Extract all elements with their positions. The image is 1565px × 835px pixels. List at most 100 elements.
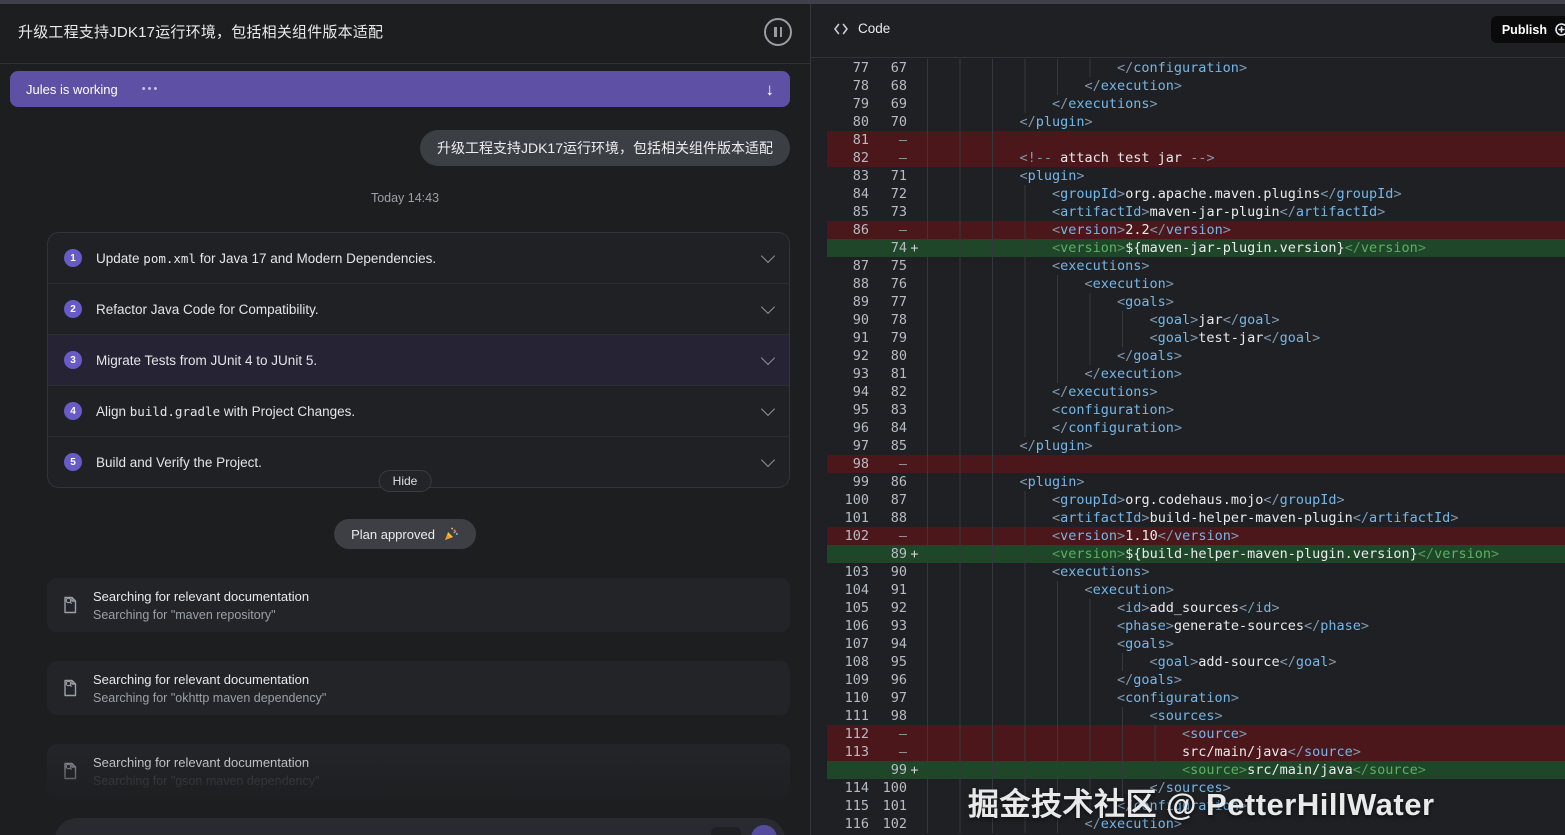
diff-marker bbox=[907, 725, 922, 743]
indent-guides bbox=[922, 185, 1052, 203]
code-content: </configuration> bbox=[922, 59, 1565, 77]
code-content: <execution> bbox=[922, 275, 1565, 293]
search-activity-card: Searching for relevant documentation Sear… bbox=[47, 744, 790, 798]
line-number-new: 95 bbox=[890, 654, 907, 670]
code-content: <source> bbox=[922, 725, 1565, 743]
line-number-old: 93 bbox=[852, 366, 869, 382]
step-label: Align build.gradle with Project Changes. bbox=[96, 403, 356, 419]
line-number-old: 100 bbox=[844, 492, 869, 508]
line-number-old: 111 bbox=[844, 708, 869, 724]
code-content: <groupId>org.codehaus.mojo</groupId> bbox=[922, 491, 1565, 509]
line-number-old: 98 bbox=[852, 456, 869, 472]
line-number-old: 112 bbox=[844, 726, 869, 742]
chevron-down-icon[interactable] bbox=[760, 350, 776, 366]
plan-approved-label: Plan approved bbox=[351, 526, 435, 542]
code-content: </execution> bbox=[922, 77, 1565, 95]
card-title: Searching for relevant documentation bbox=[93, 754, 310, 770]
diff-marker bbox=[907, 221, 922, 239]
diff-marker: + bbox=[910, 546, 919, 562]
diff-marker bbox=[907, 401, 922, 419]
line-number-old: 79 bbox=[852, 96, 869, 112]
line-number-old: 116 bbox=[844, 816, 869, 832]
diff-marker bbox=[907, 95, 922, 113]
code-tab-label: Code bbox=[858, 21, 891, 36]
line-number-new: 68 bbox=[890, 78, 907, 94]
indent-guides bbox=[922, 257, 1052, 275]
hide-button[interactable]: Hide bbox=[378, 470, 432, 492]
step-item-4[interactable]: 4 Align build.gradle with Project Changes… bbox=[48, 386, 789, 437]
diff-marker: + bbox=[910, 762, 919, 778]
line-number-new: 79 bbox=[890, 330, 907, 346]
indent-guides bbox=[922, 275, 1085, 293]
line-number-old bbox=[827, 239, 869, 257]
pause-button[interactable] bbox=[764, 17, 792, 46]
code-panel-header: Code Publish bbox=[811, 0, 1565, 58]
chevron-down-icon[interactable] bbox=[760, 452, 776, 468]
diff-marker bbox=[907, 167, 922, 185]
diff-marker bbox=[907, 419, 922, 437]
user-message-bubble: 升级工程支持JDK17运行环境，包括相关组件版本适配 bbox=[419, 130, 790, 166]
diff-line: 103 90 <executions> bbox=[827, 563, 1565, 581]
step-item-2[interactable]: 2 Refactor Java Code for Compatibility. bbox=[48, 284, 789, 335]
branch-icon bbox=[1555, 23, 1565, 36]
line-number-new: 97 bbox=[890, 690, 907, 706]
chevron-down-icon[interactable] bbox=[760, 401, 776, 417]
indent-guides bbox=[922, 545, 1052, 563]
attachment-button[interactable] bbox=[711, 827, 741, 835]
code-content: </goals> bbox=[922, 347, 1565, 365]
line-number-new: — bbox=[898, 528, 907, 544]
line-number-old bbox=[827, 761, 869, 779]
line-number-old: 94 bbox=[852, 384, 869, 400]
code-content bbox=[922, 455, 1565, 473]
diff-line: 77 67 </configuration> bbox=[827, 59, 1565, 77]
diff-line: 74 + <version>${maven-jar-plugin.version}<… bbox=[827, 239, 1565, 257]
doc-search-icon bbox=[64, 762, 77, 780]
diff-marker bbox=[907, 77, 922, 95]
line-number-old: 102 bbox=[844, 528, 869, 544]
code-content: <source>src/main/java</source> bbox=[922, 761, 1565, 779]
line-number-new: 87 bbox=[890, 492, 907, 508]
line-number-new: 69 bbox=[890, 96, 907, 112]
diff-marker bbox=[907, 617, 922, 635]
step-item-1[interactable]: 1 Update pom.xml for Java 17 and Modern D… bbox=[48, 233, 789, 284]
line-number-new: 70 bbox=[890, 114, 907, 130]
line-number-new: — bbox=[898, 222, 907, 238]
indent-guides bbox=[922, 437, 1020, 455]
party-popper-icon bbox=[444, 527, 458, 540]
pause-icon bbox=[779, 26, 782, 37]
diff-marker bbox=[907, 59, 922, 77]
indent-guides bbox=[922, 113, 1020, 131]
line-number-old: 91 bbox=[852, 330, 869, 346]
card-title: Searching for relevant documentation bbox=[93, 588, 310, 604]
send-button[interactable] bbox=[751, 825, 777, 835]
line-number-old: 114 bbox=[844, 780, 869, 796]
diff-line: 97 85 </plugin> bbox=[827, 437, 1565, 455]
code-content: <artifactId>maven-jar-plugin</artifactId… bbox=[922, 203, 1565, 221]
code-icon bbox=[833, 22, 849, 36]
line-number-old: 103 bbox=[844, 564, 869, 580]
diff-line: 96 84 </configuration> bbox=[827, 419, 1565, 437]
line-number-old: 92 bbox=[852, 348, 869, 364]
indent-guides bbox=[922, 347, 1117, 365]
chevron-down-icon[interactable] bbox=[760, 299, 776, 315]
diff-line: 91 79 <goal>test-jar</goal> bbox=[827, 329, 1565, 347]
publish-button[interactable]: Publish bbox=[1490, 16, 1565, 43]
indent-guides bbox=[922, 77, 1085, 95]
card-title: Searching for relevant documentation bbox=[93, 671, 310, 687]
chevron-down-icon[interactable] bbox=[760, 248, 776, 264]
diff-line: 110 97 <configuration> bbox=[827, 689, 1565, 707]
diff-line: 99 86 <plugin> bbox=[827, 473, 1565, 491]
line-number-new: 75 bbox=[890, 258, 907, 274]
code-content: <plugin> bbox=[922, 167, 1565, 185]
step-label: Migrate Tests from JUnit 4 to JUnit 5. bbox=[96, 352, 318, 368]
line-number-old: 81 bbox=[852, 132, 869, 148]
step-item-3[interactable]: 3 Migrate Tests from JUnit 4 to JUnit 5. bbox=[48, 335, 789, 386]
scroll-down-icon[interactable]: ↓ bbox=[766, 81, 775, 98]
diff-line: 80 70 </plugin> bbox=[827, 113, 1565, 131]
code-content: </plugin> bbox=[922, 437, 1565, 455]
code-content: <!-- attach test jar --> bbox=[922, 149, 1565, 167]
message-input[interactable] bbox=[55, 818, 785, 835]
indent-guides bbox=[922, 149, 1020, 167]
line-number-new: 96 bbox=[890, 672, 907, 688]
doc-search-icon bbox=[64, 679, 77, 697]
